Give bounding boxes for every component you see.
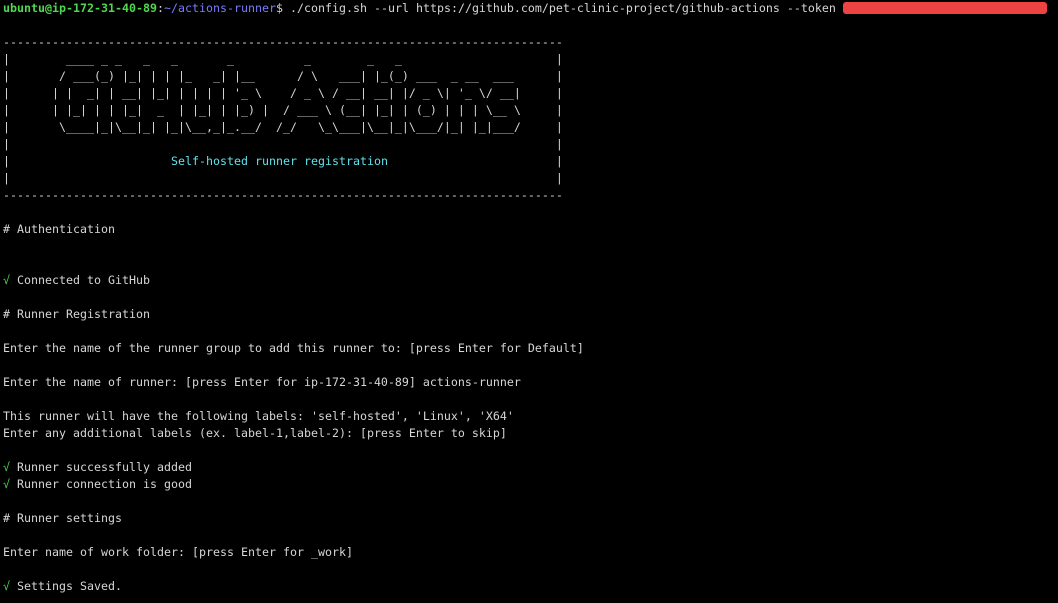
banner-frame-right: |: [387, 154, 563, 168]
token-redaction: [842, 2, 1047, 14]
prompt-work-folder: Enter name of work folder: [press Enter …: [3, 545, 353, 559]
prompt-runner-group: Enter the name of the runner group to ad…: [3, 341, 584, 355]
prompt-symbol: $: [275, 1, 283, 15]
prompt-user-host: ubuntu@ip-172-31-40-89: [3, 1, 157, 15]
status-line-runner-added: √ Runner successfully added: [3, 459, 1058, 476]
banner-border-bottom: ----------------------------------------…: [3, 188, 563, 202]
check-icon: √: [3, 273, 10, 287]
banner-frame-left: |: [3, 154, 171, 168]
banner-subtitle-row: | Self-hosted runner registration |: [3, 153, 1058, 170]
banner-art-row: | | |_| | | |_| _ | |_| | |_) | / ___ \ …: [3, 103, 563, 117]
command-line: ubuntu@ip-172-31-40-89:~/actions-runner$…: [3, 0, 1058, 17]
section-heading-registration: # Runner Registration: [3, 307, 150, 321]
prompt-additional-labels: Enter any additional labels (ex. label-1…: [3, 426, 507, 440]
banner-art-row: | \____|_|\__|_| |_|\__,_|_.__/ /_/ \_\_…: [3, 120, 563, 134]
banner-frame-row: | |: [3, 137, 563, 151]
command-text: ./config.sh --url https://github.com/pet…: [289, 1, 836, 15]
status-line-connected: √ Connected to GitHub: [3, 272, 1058, 289]
check-icon: √: [3, 579, 10, 593]
prompt-runner-name: Enter the name of runner: [press Enter f…: [3, 375, 521, 389]
check-icon: √: [3, 460, 10, 474]
banner-subtitle: Self-hosted runner registration: [170, 154, 388, 168]
status-line-connection: √ Runner connection is good: [3, 476, 1058, 493]
status-text: Settings Saved.: [17, 579, 122, 593]
terminal-window[interactable]: ubuntu@ip-172-31-40-89:~/actions-runner$…: [0, 0, 1058, 603]
banner-art-row: | | | _| | __| |_| | | | | '_ \ / _ \ / …: [3, 86, 563, 100]
banner-art-row: | / ___(_) |_| | | |_ _| |__ / \ ___| |_…: [3, 69, 563, 83]
prompt-separator: :: [156, 1, 164, 15]
check-icon: √: [3, 477, 10, 491]
status-text: Runner successfully added: [17, 460, 192, 474]
status-text: Runner connection is good: [17, 477, 192, 491]
status-text: Connected to GitHub: [17, 273, 150, 287]
banner-art-row: | ____ _ _ _ _ _ _ _ _ |: [3, 52, 563, 66]
prompt-path: ~/actions-runner: [163, 1, 276, 15]
banner-frame-row: | |: [3, 171, 563, 185]
info-runner-labels: This runner will have the following labe…: [3, 409, 514, 423]
status-line-settings-saved: √ Settings Saved.: [3, 578, 1058, 595]
section-heading-settings: # Runner settings: [3, 511, 122, 525]
banner-border-top: ----------------------------------------…: [3, 35, 563, 49]
section-heading-authentication: # Authentication: [3, 222, 115, 236]
